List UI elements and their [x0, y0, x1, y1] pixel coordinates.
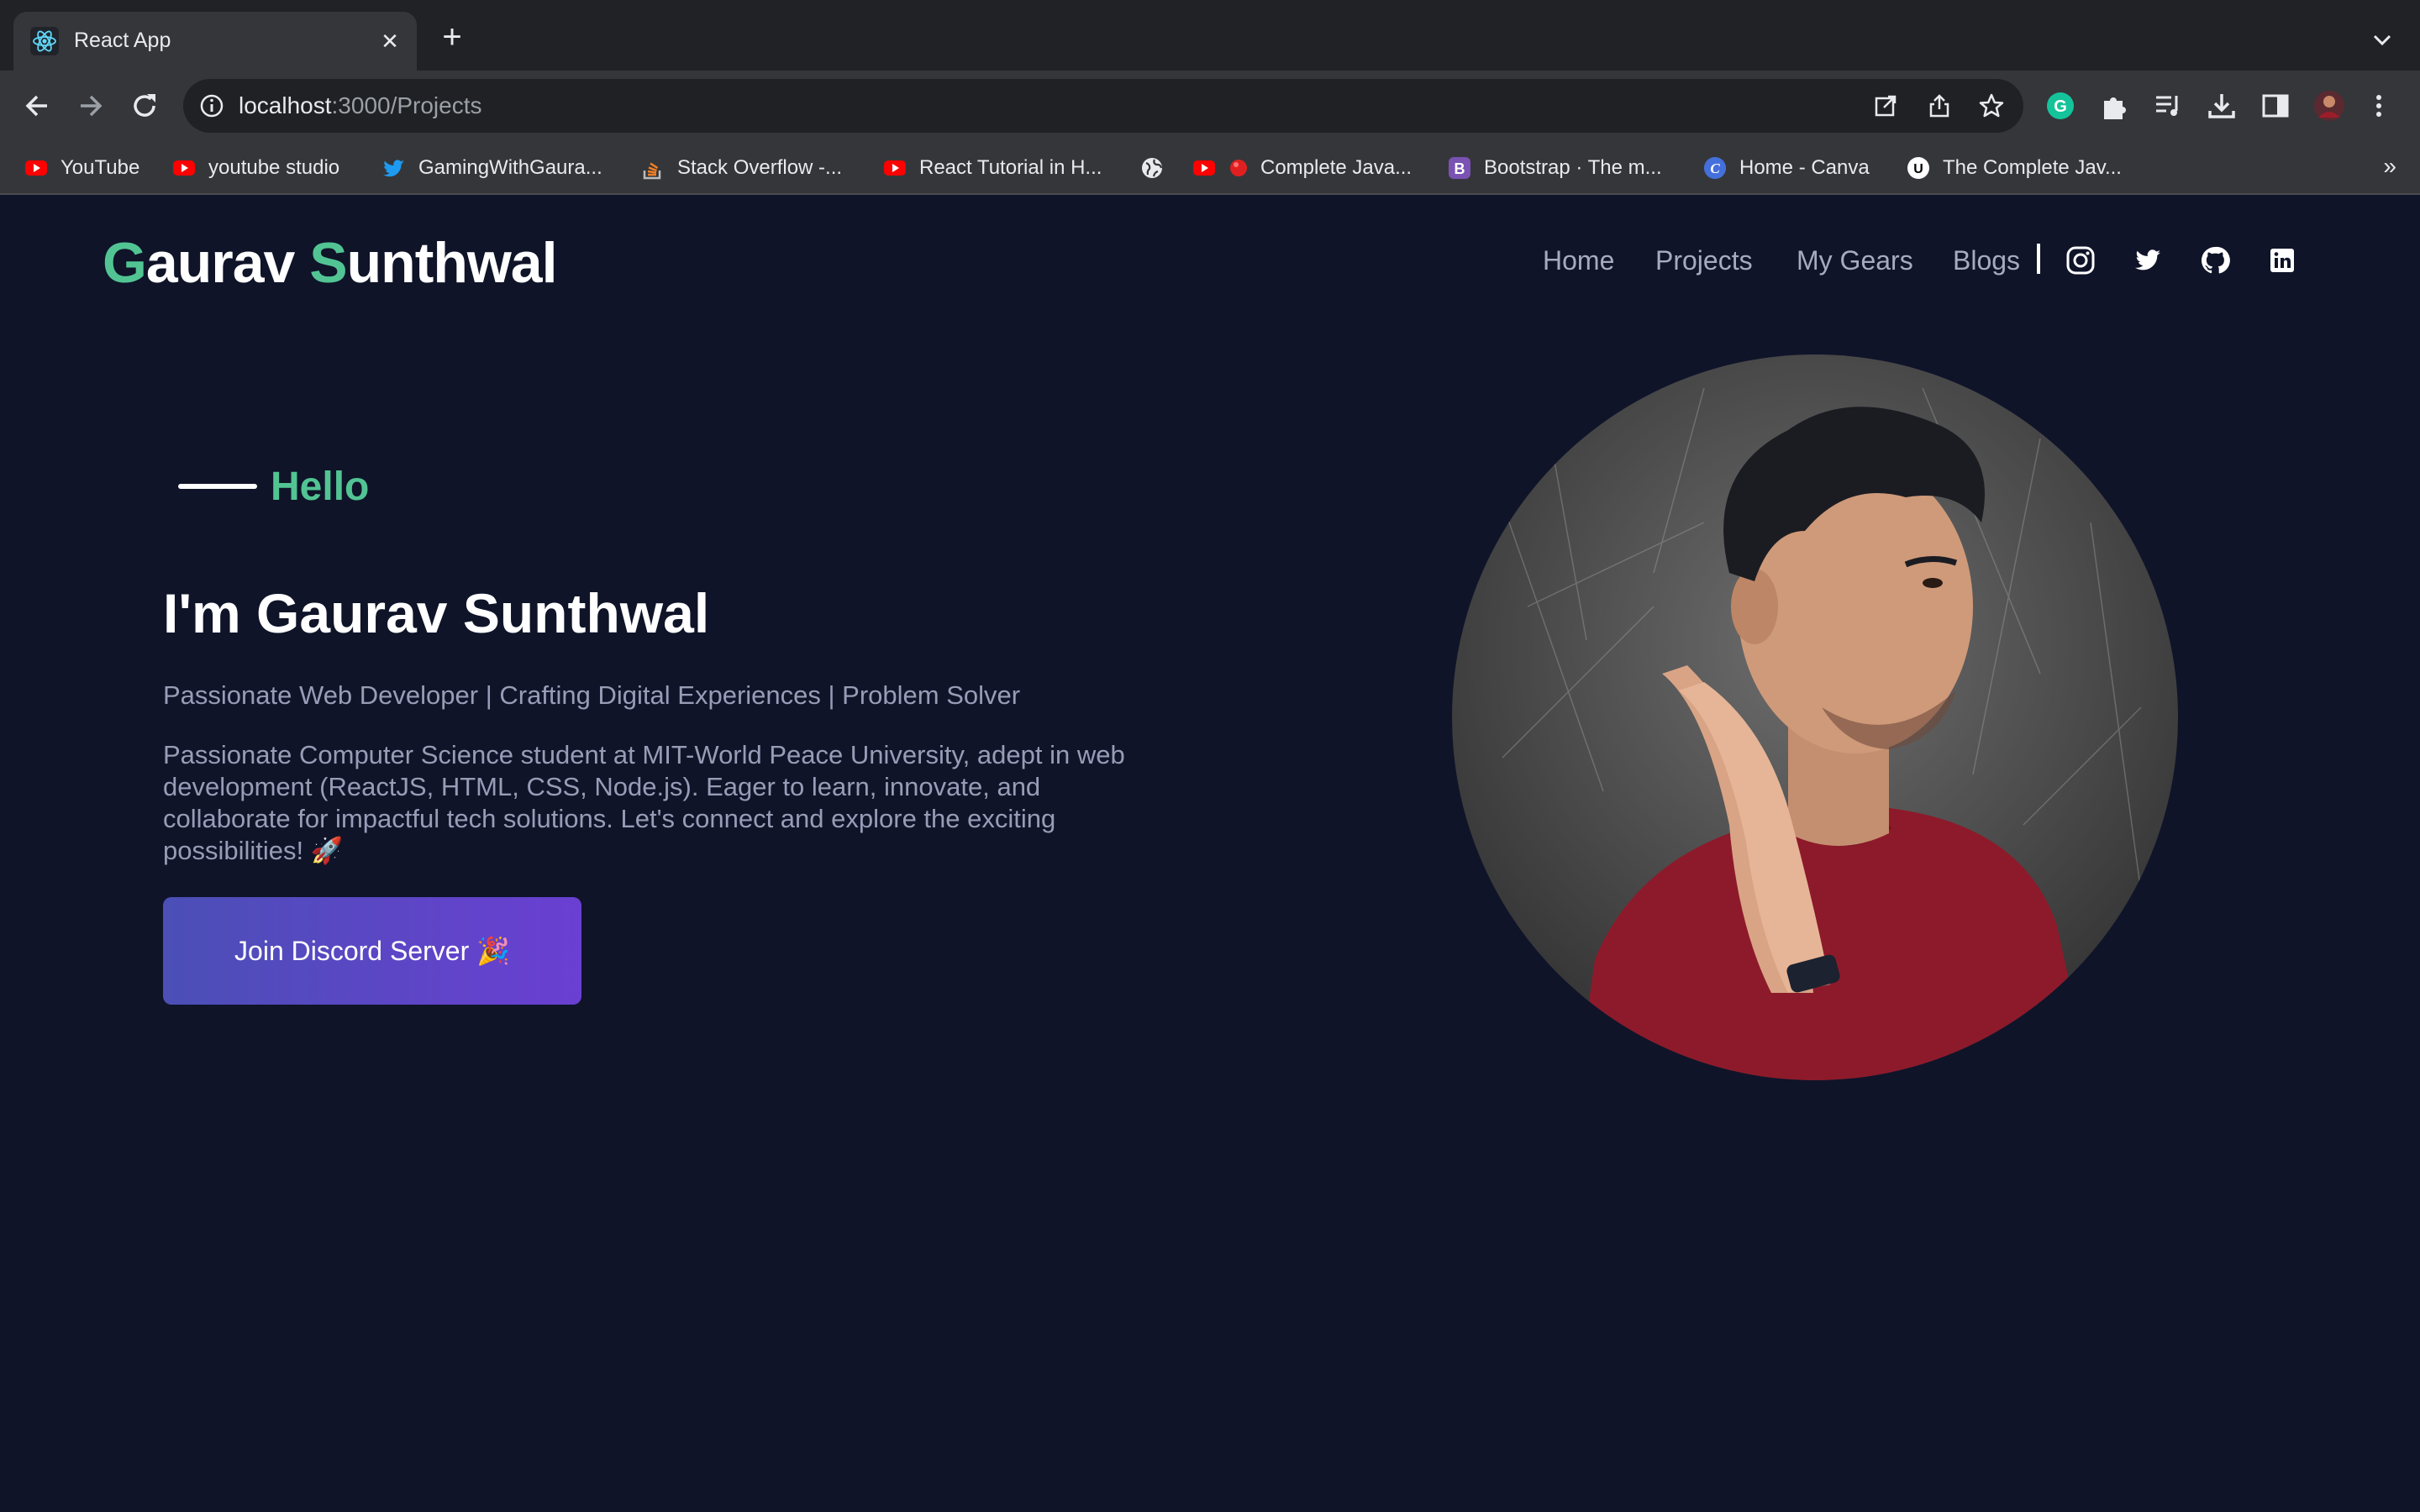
tab-search-chevron-icon[interactable]: [2368, 25, 2396, 54]
nav-divider: [2037, 244, 2040, 274]
udemy-icon: U: [1907, 157, 1929, 179]
stack-overflow-icon: [643, 162, 661, 180]
forward-icon[interactable]: [74, 89, 108, 123]
react-icon: [30, 27, 59, 55]
bookmark-label: React Tutorial in H...: [919, 156, 1102, 179]
bookmark-complete-javascript[interactable]: U The Complete Jav...: [1906, 153, 2122, 183]
bookmark-gamingwithgaurav[interactable]: GamingWithGaura...: [381, 153, 602, 183]
bookmark-label: youtube studio: [208, 156, 340, 179]
nav-link-home[interactable]: Home: [1543, 245, 1614, 276]
hero-bio: Passionate Computer Science student at M…: [163, 740, 1125, 865]
open-in-app-icon[interactable]: [1872, 92, 1899, 119]
bookmark-youtube[interactable]: YouTube: [24, 153, 139, 183]
hello-dash: [178, 484, 257, 489]
site-logo[interactable]: Gaurav Sunthwal: [103, 230, 558, 296]
twitter-bird-icon: [383, 160, 404, 177]
svg-text:B: B: [1455, 160, 1465, 177]
greeting: Hello: [271, 465, 370, 509]
more-bookmarks-icon[interactable]: »: [2383, 153, 2396, 180]
youtube-icon: [884, 160, 906, 176]
twitter-icon[interactable]: [2133, 245, 2163, 276]
side-panel-icon[interactable]: [2259, 89, 2292, 123]
tab-strip: React App ✕ +: [0, 0, 2420, 71]
browser-toolbar: localhost:3000/Projects G: [0, 71, 2420, 141]
download-icon[interactable]: [2205, 89, 2238, 123]
logo-text: unthwal: [346, 231, 558, 295]
youtube-icon: [1193, 160, 1215, 176]
media-control-icon[interactable]: [2151, 89, 2185, 123]
nav-link-projects[interactable]: Projects: [1655, 245, 1753, 276]
youtube-icon: [25, 160, 47, 176]
share-icon[interactable]: [1926, 92, 1953, 119]
url-path: :3000/Projects: [331, 92, 482, 118]
close-tab-icon[interactable]: ✕: [375, 26, 405, 56]
new-tab-button[interactable]: +: [435, 20, 469, 55]
bookmark-label: The Complete Jav...: [1943, 156, 2122, 179]
bookmark-label: Home - Canva: [1739, 156, 1870, 179]
bookmark-youtube-studio[interactable]: youtube studio: [171, 153, 339, 183]
bookmark-complete-java[interactable]: Complete Java...: [1192, 153, 1412, 183]
url-host: localhost: [239, 92, 332, 118]
browser-menu-icon[interactable]: [2366, 89, 2391, 123]
svg-text:G: G: [2054, 97, 2067, 116]
logo-text: aurav: [145, 231, 310, 295]
hero-headline: I'm Gaurav Sunthwal: [163, 582, 710, 644]
bookmark-label: Stack Overflow -...: [677, 156, 843, 179]
nav-link-my-gears[interactable]: My Gears: [1797, 245, 1913, 276]
address-bar[interactable]: localhost:3000/Projects: [183, 79, 2023, 133]
reload-icon[interactable]: [128, 89, 161, 123]
bookmark-stack-overflow[interactable]: Stack Overflow -...: [640, 153, 842, 183]
globe-icon: [1142, 158, 1163, 178]
bootstrap-icon: B: [1449, 157, 1470, 179]
bookmarks-bar: YouTube youtube studio GamingWithGaura..…: [0, 141, 2420, 195]
bookmark-canva[interactable]: C Home - Canva: [1702, 153, 1870, 183]
red-circle-icon: [1230, 160, 1247, 176]
bookmark-bootstrap[interactable]: B Bootstrap · The m...: [1447, 153, 1662, 183]
logo-initial: G: [103, 231, 147, 295]
portfolio-page: Gaurav Sunthwal Home Projects My Gears B…: [0, 197, 2420, 1512]
instagram-icon[interactable]: [2065, 245, 2096, 276]
bookmark-label: YouTube: [60, 156, 140, 179]
grammarly-icon[interactable]: G: [2044, 89, 2077, 123]
extensions-icon[interactable]: [2097, 89, 2131, 123]
linkedin-icon[interactable]: [2267, 245, 2297, 276]
profile-avatar[interactable]: [2312, 89, 2346, 123]
hero-tagline: Passionate Web Developer | Crafting Digi…: [163, 680, 1021, 710]
github-icon[interactable]: [2200, 245, 2230, 276]
youtube-studio-icon: [173, 160, 195, 176]
svg-text:C: C: [1710, 160, 1720, 176]
bookmark-react-tutorial[interactable]: React Tutorial in H...: [882, 153, 1102, 183]
browser-tab[interactable]: React App ✕: [13, 12, 417, 71]
url-text[interactable]: localhost:3000/Projects: [239, 92, 482, 119]
logo-initial: S: [309, 231, 347, 295]
bookmark-label: GamingWithGaura...: [418, 156, 602, 179]
join-discord-button[interactable]: Join Discord Server 🎉: [163, 897, 581, 1005]
canva-icon: C: [1704, 157, 1726, 179]
site-info-icon[interactable]: [198, 92, 225, 119]
back-icon[interactable]: [20, 89, 54, 123]
nav-link-blogs[interactable]: Blogs: [1953, 245, 2020, 276]
bookmark-label: Complete Java...: [1260, 156, 1413, 179]
svg-text:U: U: [1913, 162, 1923, 176]
bookmark-label: Bootstrap · The m...: [1484, 156, 1662, 179]
bookmark-globe[interactable]: [1139, 153, 1176, 183]
tab-title: React App: [74, 29, 171, 52]
bookmark-star-icon[interactable]: [1978, 92, 2005, 119]
profile-photo: [1452, 354, 2178, 1080]
